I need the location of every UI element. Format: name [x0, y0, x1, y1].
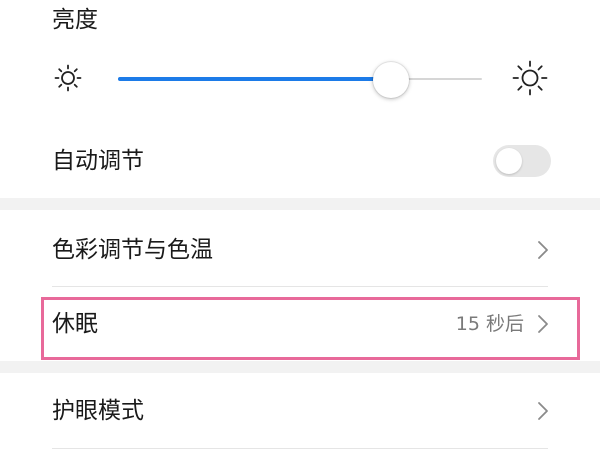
sun-dim-icon: [54, 64, 82, 92]
chevron-right-icon: [538, 315, 548, 333]
display-settings-screen: 亮度 自动调节 色彩调节与色温 休眠 15 秒后 护眼模式: [0, 0, 600, 450]
sun-bright-icon: [512, 60, 548, 96]
chevron-right-icon: [538, 402, 548, 420]
color-temperature-item[interactable]: 色彩调节与色温: [0, 214, 600, 286]
list-divider: [52, 286, 548, 287]
sleep-item[interactable]: 休眠 15 秒后: [0, 288, 600, 360]
auto-adjust-toggle[interactable]: [493, 145, 551, 177]
section-separator: [0, 198, 600, 210]
slider-thumb[interactable]: [373, 62, 409, 98]
color-temperature-label: 色彩调节与色温: [52, 237, 213, 263]
sleep-label: 休眠: [52, 311, 98, 337]
section-separator: [0, 361, 600, 373]
eye-comfort-item[interactable]: 护眼模式: [0, 375, 600, 447]
auto-adjust-row: 自动调节: [0, 125, 600, 197]
brightness-title: 亮度: [52, 7, 98, 33]
list-divider: [52, 448, 548, 449]
eye-comfort-label: 护眼模式: [52, 398, 144, 424]
slider-fill: [118, 77, 391, 81]
auto-adjust-label: 自动调节: [52, 148, 144, 174]
toggle-knob: [496, 148, 522, 174]
brightness-slider[interactable]: [118, 62, 482, 98]
sleep-value: 15 秒后: [455, 313, 524, 335]
chevron-right-icon: [538, 241, 548, 259]
